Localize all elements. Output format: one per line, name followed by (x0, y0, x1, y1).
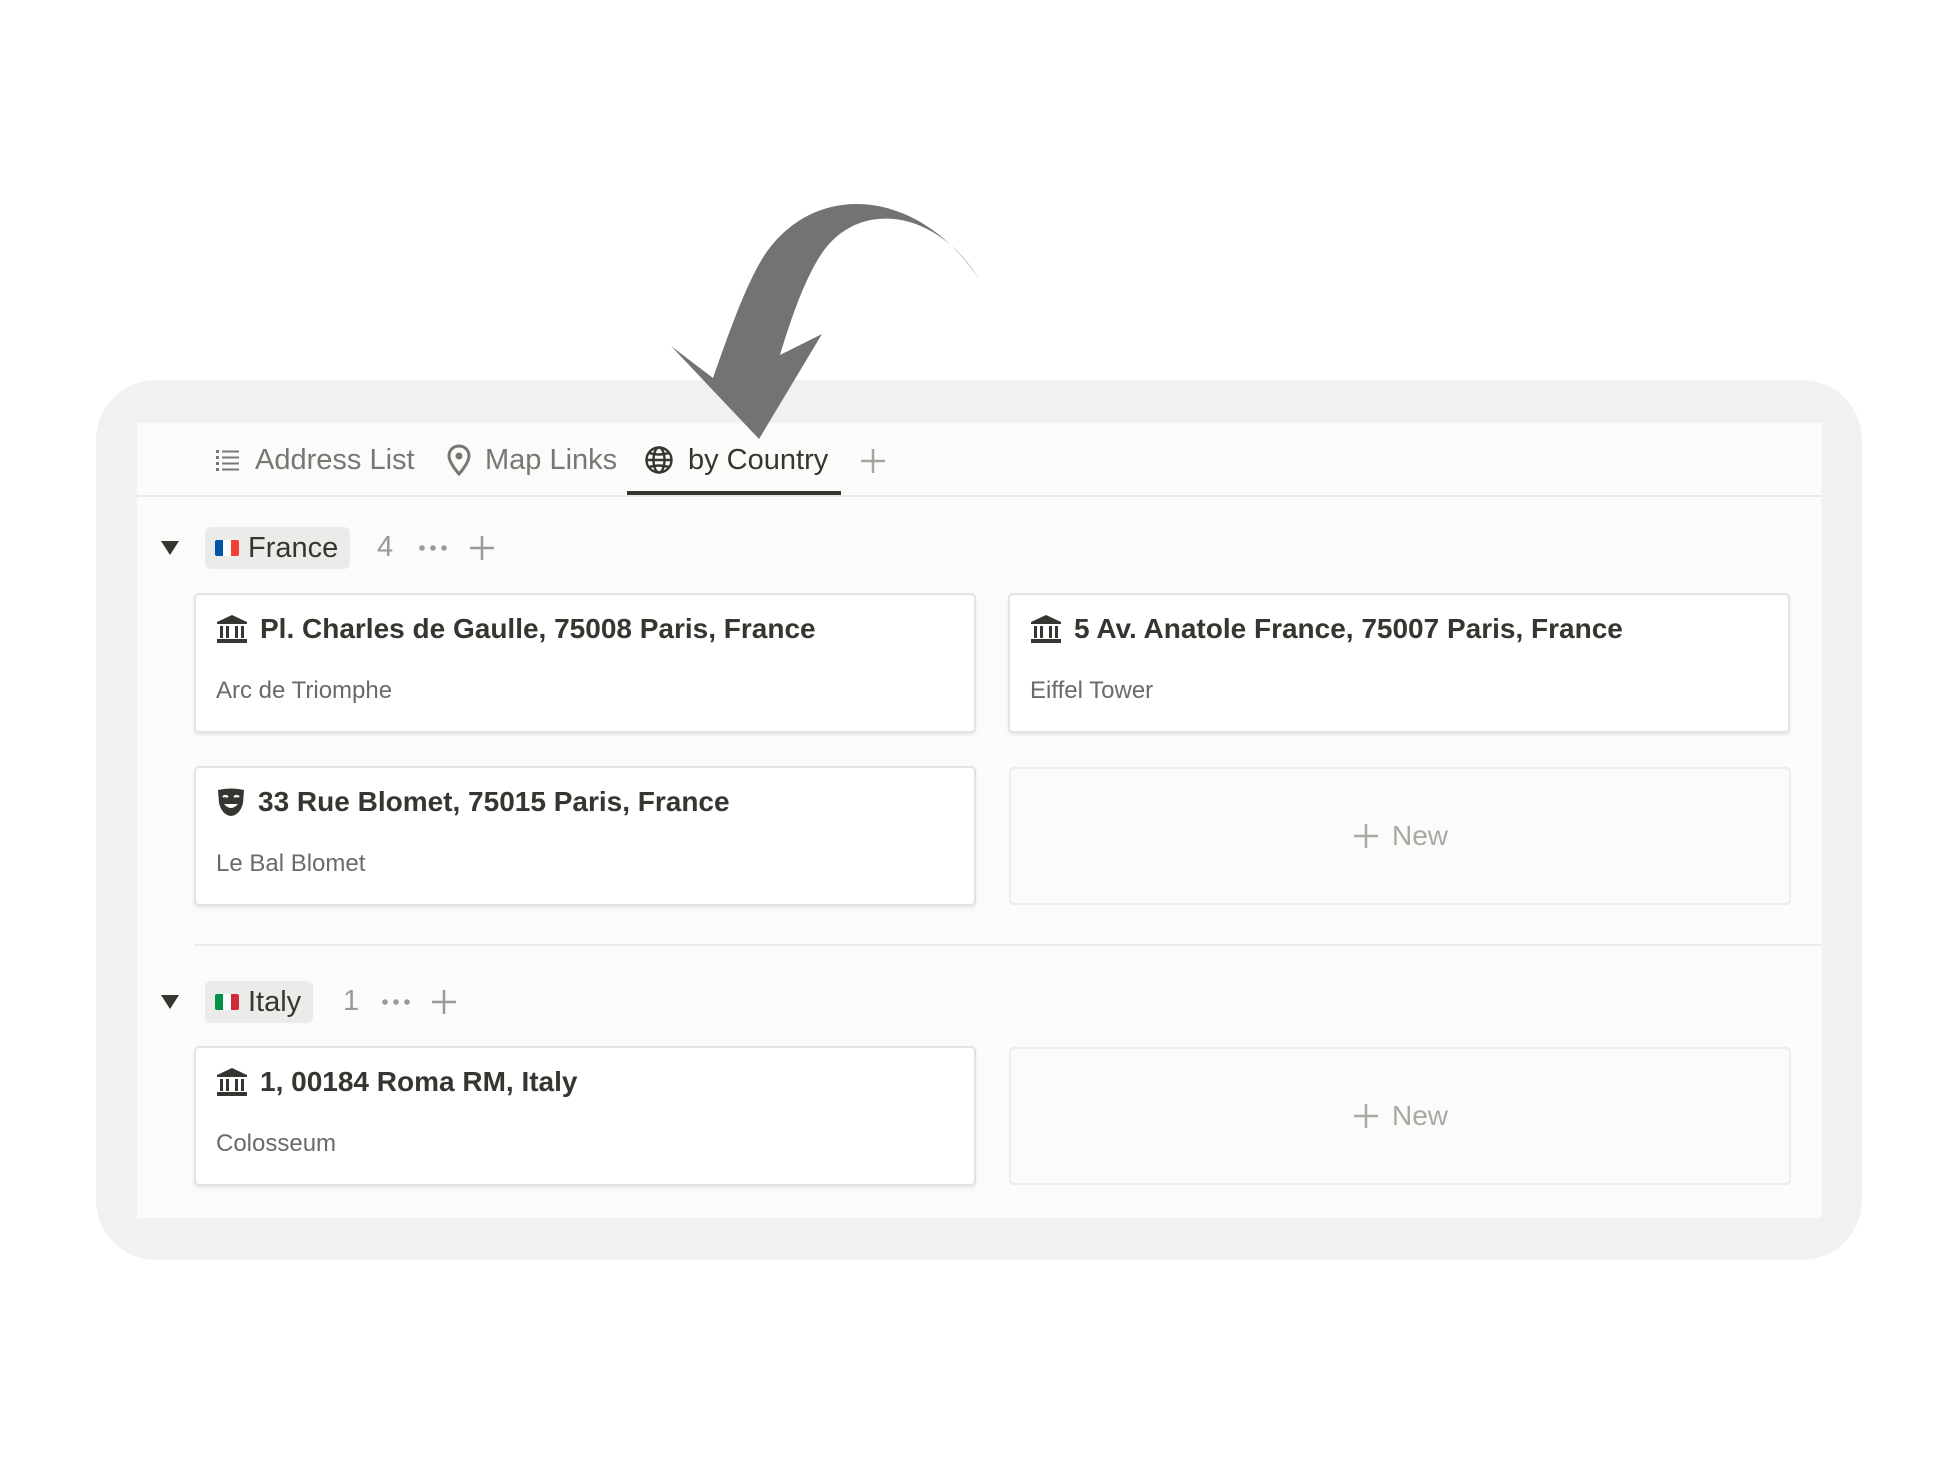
database-view: Address List Map Links by Country France… (137, 423, 1822, 1218)
theater-mask-icon (218, 788, 244, 816)
plus-icon (470, 536, 494, 560)
add-view-button[interactable] (849, 437, 897, 485)
card-title: 1, 00184 Roma RM, Italy (216, 1066, 577, 1098)
new-label: New (1391, 1100, 1448, 1131)
group-count: 1 (343, 985, 360, 1017)
group-name: France (248, 531, 339, 564)
globe-icon (645, 446, 673, 474)
card-title-text: 5 Av. Anatole France, 75007 Paris, Franc… (1074, 613, 1623, 644)
tab-map-links[interactable]: Map Links (447, 435, 617, 485)
group-more-button[interactable] (417, 531, 449, 565)
list-icon (216, 450, 239, 471)
view-tabs: Address List Map Links by Country (137, 423, 1822, 497)
tab-label: Address List (255, 443, 415, 476)
museum-icon (217, 615, 247, 643)
new-card-button[interactable]: New (1009, 1047, 1791, 1185)
museum-icon (217, 1068, 247, 1096)
more-dots-icon (382, 999, 410, 1005)
card-subtitle: Le Bal Blomet (216, 850, 366, 877)
plus-icon (432, 990, 456, 1014)
museum-icon (1031, 615, 1061, 643)
group-divider (194, 944, 1822, 946)
card[interactable]: Pl. Charles de Gaulle, 75008 Paris, Fran… (194, 593, 976, 733)
card[interactable]: 5 Av. Anatole France, 75007 Paris, Franc… (1008, 593, 1790, 733)
group-header-italy: Italy 1 (137, 977, 737, 1027)
card-title: 33 Rue Blomet, 75015 Paris, France (216, 786, 730, 818)
collapse-toggle-icon[interactable] (159, 537, 181, 559)
more-dots-icon (419, 545, 447, 551)
card-subtitle: Arc de Triomphe (216, 677, 393, 704)
tab-by-country[interactable]: by Country (644, 435, 828, 485)
card-title-text: Pl. Charles de Gaulle, 75008 Paris, Fran… (260, 613, 816, 644)
plus-icon (861, 449, 885, 473)
card-title-text: 33 Rue Blomet, 75015 Paris, France (258, 786, 730, 817)
group-add-button[interactable] (465, 531, 499, 565)
group-name: Italy (248, 985, 302, 1018)
group-header-france: France 4 (137, 523, 737, 573)
group-count: 4 (377, 531, 394, 563)
group-add-button[interactable] (427, 985, 461, 1019)
tab-label: by Country (688, 443, 829, 476)
tab-label: Map Links (485, 443, 618, 476)
card-subtitle: Eiffel Tower (1030, 677, 1154, 704)
active-tab-indicator (627, 491, 841, 495)
group-label-italy: Italy (205, 981, 314, 1023)
plus-icon (1353, 824, 1378, 848)
tab-address-list[interactable]: Address List (215, 435, 415, 485)
new-card-button[interactable]: New (1009, 767, 1791, 905)
group-more-button[interactable] (380, 985, 412, 1019)
card[interactable]: 33 Rue Blomet, 75015 Paris, France Le Ba… (194, 766, 976, 906)
card[interactable]: 1, 00184 Roma RM, Italy Colosseum (194, 1046, 976, 1186)
plus-icon (1353, 1104, 1378, 1128)
italy-flag-icon (215, 994, 239, 1010)
france-flag-icon (215, 540, 239, 556)
card-subtitle: Colosseum (216, 1130, 337, 1157)
card-title: Pl. Charles de Gaulle, 75008 Paris, Fran… (216, 613, 816, 645)
card-title-text: 1, 00184 Roma RM, Italy (260, 1066, 578, 1097)
group-label-france: France (205, 527, 351, 569)
card-title: 5 Av. Anatole France, 75007 Paris, Franc… (1030, 613, 1623, 645)
collapse-toggle-icon[interactable] (159, 991, 181, 1013)
map-pin-icon (447, 444, 471, 476)
new-label: New (1391, 820, 1448, 851)
